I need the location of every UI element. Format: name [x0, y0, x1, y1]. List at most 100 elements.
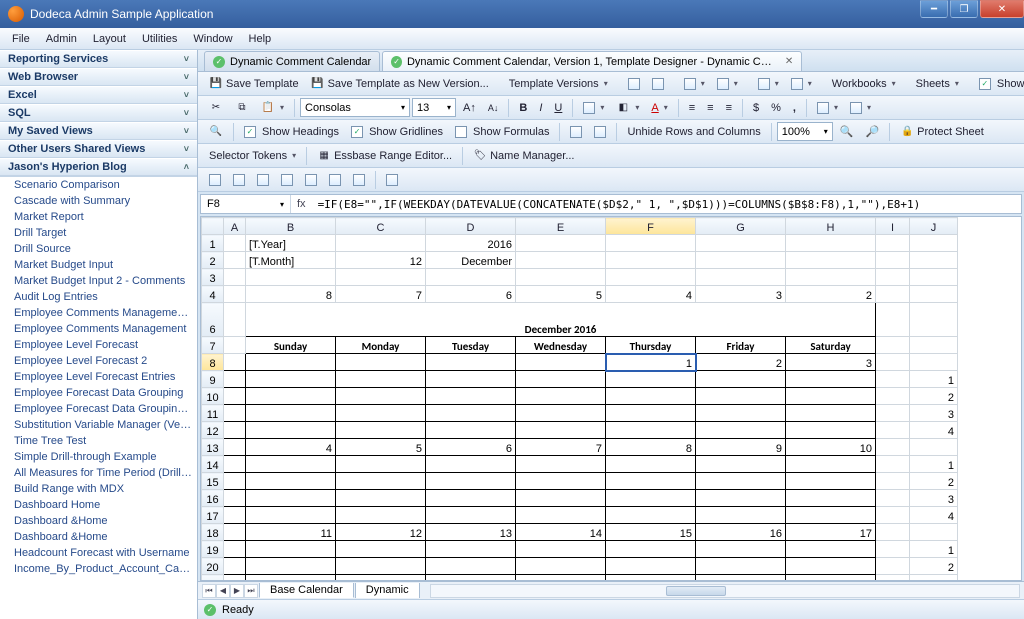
cell[interactable]	[910, 303, 958, 337]
cell[interactable]	[876, 354, 910, 371]
sidebar-category[interactable]: SQL˅	[0, 104, 197, 122]
cell[interactable]	[696, 252, 786, 269]
cell[interactable]: 9	[696, 439, 786, 456]
cell[interactable]	[876, 269, 910, 286]
cell[interactable]	[224, 507, 246, 524]
col-header[interactable]: F	[606, 218, 696, 235]
currency-button[interactable]: $	[748, 98, 764, 118]
sheet-nav-first[interactable]: ⏮	[202, 584, 216, 598]
tree-item[interactable]: Dashboard Home	[0, 497, 197, 513]
cell[interactable]	[426, 558, 516, 575]
cell[interactable]: 3	[910, 490, 958, 507]
cell[interactable]	[246, 371, 336, 388]
misc-4[interactable]	[276, 170, 298, 190]
cell[interactable]	[786, 269, 876, 286]
cell[interactable]: 2	[696, 354, 786, 371]
show-tabs-toggle[interactable]: ✓Show Tabs	[974, 74, 1024, 94]
tool-icon-4[interactable]	[712, 74, 743, 94]
tool-icon-1[interactable]	[623, 74, 645, 94]
cell[interactable]	[426, 371, 516, 388]
cell[interactable]: 5	[336, 439, 426, 456]
cell[interactable]	[426, 541, 516, 558]
tree-item[interactable]: Employee Comments Management	[0, 321, 197, 337]
cell[interactable]	[696, 473, 786, 490]
minimize-button[interactable]: ━	[920, 0, 948, 18]
cell[interactable]	[246, 354, 336, 371]
show-formulas-toggle[interactable]: Show Formulas	[450, 122, 554, 142]
cell[interactable]	[426, 456, 516, 473]
cell[interactable]: 2	[786, 286, 876, 303]
cell[interactable]	[224, 354, 246, 371]
cell[interactable]	[786, 541, 876, 558]
cell[interactable]: 3	[786, 354, 876, 371]
row-header[interactable]: 19	[202, 541, 224, 558]
cell[interactable]: 16	[696, 524, 786, 541]
tree-item[interactable]: Substitution Variable Manager (Vess)	[0, 417, 197, 433]
cell[interactable]: 1	[910, 371, 958, 388]
cell[interactable]	[696, 575, 786, 582]
cell[interactable]	[426, 507, 516, 524]
formula-input[interactable]: =IF(E8="",IF(WEEKDAY(DATEVALUE(CONCATENA…	[312, 198, 1021, 211]
sidebar-category[interactable]: Reporting Services˅	[0, 50, 197, 68]
menu-admin[interactable]: Admin	[40, 31, 83, 47]
tree-item[interactable]: Employee Level Forecast Entries	[0, 369, 197, 385]
cell[interactable]	[786, 388, 876, 405]
cell[interactable]	[786, 456, 876, 473]
paste-button[interactable]: 📋	[256, 98, 289, 118]
sidebar-category[interactable]: Web Browser˅	[0, 68, 197, 86]
cell[interactable]	[224, 575, 246, 582]
misc-8[interactable]	[381, 170, 403, 190]
cell[interactable]	[910, 235, 958, 252]
cell[interactable]	[516, 490, 606, 507]
cell[interactable]	[696, 541, 786, 558]
cell[interactable]	[910, 354, 958, 371]
menu-help[interactable]: Help	[243, 31, 278, 47]
cell[interactable]	[876, 490, 910, 507]
cell[interactable]	[516, 507, 606, 524]
cell[interactable]	[606, 269, 696, 286]
cell[interactable]	[876, 371, 910, 388]
selector-tokens-button[interactable]: Selector Tokens	[204, 146, 301, 166]
cell[interactable]	[876, 405, 910, 422]
row-header[interactable]: 1	[202, 235, 224, 252]
tree-item[interactable]: Income_By_Product_Account_Cascade	[0, 561, 197, 577]
cell[interactable]: 4	[910, 422, 958, 439]
sheet-tab[interactable]: Base Calendar	[259, 583, 354, 598]
cell[interactable]	[876, 524, 910, 541]
cell[interactable]: 17	[786, 524, 876, 541]
view-icon-2[interactable]	[589, 122, 611, 142]
unhide-button[interactable]: Unhide Rows and Columns	[622, 122, 765, 142]
cell[interactable]	[246, 388, 336, 405]
cell[interactable]	[516, 252, 606, 269]
horizontal-scrollbar[interactable]	[430, 584, 1020, 598]
tree-item[interactable]: Market Budget Input	[0, 257, 197, 273]
tree-item[interactable]: Build Range with MDX	[0, 481, 197, 497]
cell[interactable]	[224, 269, 246, 286]
cell[interactable]: 2	[910, 473, 958, 490]
cell[interactable]	[876, 456, 910, 473]
align-left-button[interactable]: ≡	[684, 98, 700, 118]
select-all-corner[interactable]	[202, 218, 224, 235]
cell[interactable]	[910, 337, 958, 354]
cell[interactable]: [T.Year]	[246, 235, 336, 252]
cell[interactable]	[786, 490, 876, 507]
row-header[interactable]: 8	[202, 354, 224, 371]
tree-item[interactable]: Employee Level Forecast 2	[0, 353, 197, 369]
cell[interactable]	[876, 422, 910, 439]
cell[interactable]: 6	[426, 439, 516, 456]
cell[interactable]	[606, 252, 696, 269]
cell[interactable]	[336, 422, 426, 439]
cell[interactable]	[516, 456, 606, 473]
cell[interactable]	[336, 405, 426, 422]
cell[interactable]	[876, 507, 910, 524]
cell[interactable]	[224, 524, 246, 541]
document-tab[interactable]: ✓Dynamic Comment Calendar	[204, 51, 380, 71]
cell[interactable]: 1	[606, 354, 696, 371]
cell[interactable]	[876, 473, 910, 490]
cell[interactable]	[516, 388, 606, 405]
cell[interactable]	[696, 490, 786, 507]
cell[interactable]	[516, 269, 606, 286]
cell[interactable]: Friday	[696, 337, 786, 354]
sheet-tab[interactable]: Dynamic	[355, 583, 420, 598]
essbase-editor-button[interactable]: ▦Essbase Range Editor...	[312, 146, 457, 166]
